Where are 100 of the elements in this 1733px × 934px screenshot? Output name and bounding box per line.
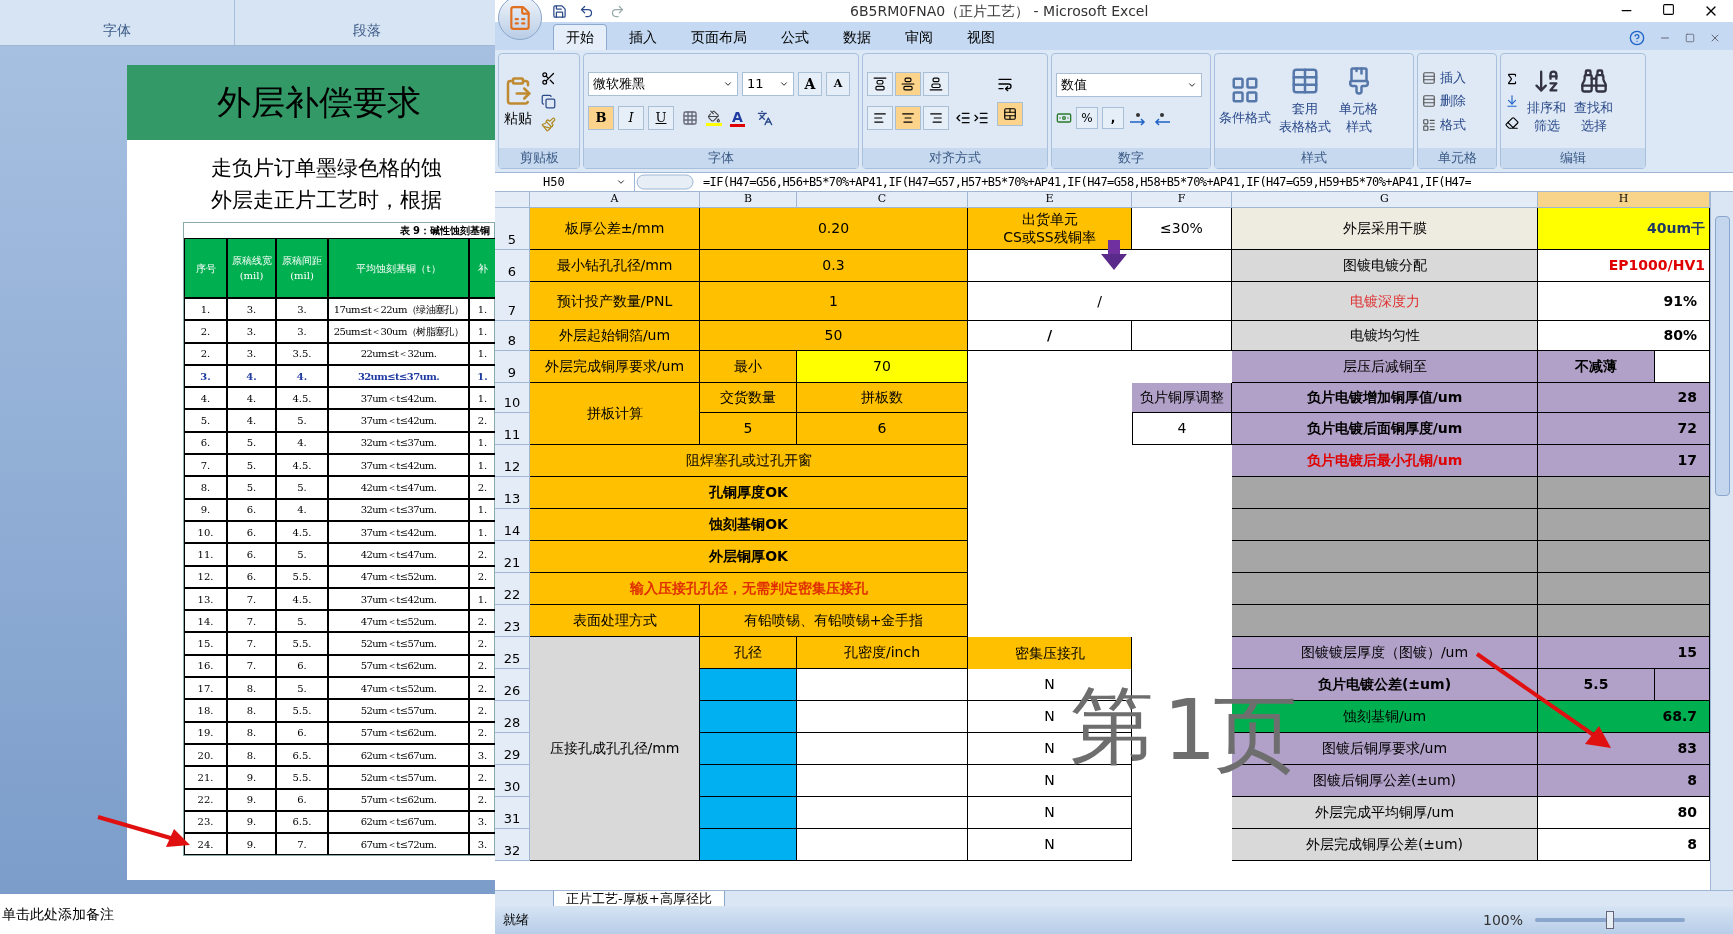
style-button[interactable]: 单元格 样式 [1339,66,1378,136]
sheet-cell[interactable]: 68.7 [1538,701,1710,733]
sheet-cell[interactable]: 外层铜厚OK [530,541,968,573]
sheet-cell[interactable] [1232,541,1538,573]
phonetic-icon[interactable] [756,110,773,126]
row-header[interactable]: 26 [495,669,530,701]
row-header[interactable]: 21 [495,541,530,573]
sheet-cell[interactable] [1538,541,1710,573]
sheet-cell[interactable] [1232,605,1538,637]
sheet-cell[interactable]: 8 [1538,765,1710,797]
sheet-cell[interactable] [700,669,797,701]
sheet-cell[interactable]: 最小 [700,351,797,383]
style-toggle[interactable]: U [648,106,674,130]
ribbon-tab[interactable]: 数据 [831,24,883,50]
row-header[interactable]: 32 [495,829,530,861]
sheet-cell[interactable]: 孔铜厚度OK [530,477,968,509]
row-header[interactable]: 29 [495,733,530,765]
sheet-cell[interactable]: EP1000/HV1 [1538,250,1710,282]
maximize-icon[interactable] [1662,3,1675,16]
sheet-cell[interactable]: 0.3 [700,250,968,282]
row-header[interactable]: 12 [495,445,530,477]
sheet-cell[interactable] [1538,573,1710,605]
font-color-button[interactable]: A [730,109,745,127]
save-icon[interactable] [552,3,567,19]
sheet-cell[interactable]: / [968,321,1132,351]
sheet-cell[interactable]: 外层完成平均铜厚/um [1232,797,1538,829]
sheet-cell[interactable]: 0.20 [700,208,968,250]
sheet-cell[interactable] [1538,605,1710,637]
sheet-cell[interactable]: 最小钻孔孔径/mm [530,250,700,282]
paste-button[interactable]: 粘贴 [503,73,533,129]
sheet-cell[interactable]: 出货单元 CS或SS残铜率 [968,208,1132,250]
row-header[interactable]: 10 [495,383,530,413]
sheet-cell[interactable]: N [968,797,1132,829]
sheet-cell[interactable]: 交货数量 [700,383,797,413]
column-header[interactable]: F [1132,192,1232,208]
horizontal-align-button[interactable] [923,106,949,130]
copy-icon[interactable] [541,93,556,109]
row-header[interactable]: 7 [495,282,530,321]
undo-icon[interactable] [579,3,594,19]
comma-button[interactable]: , [1102,107,1124,129]
sheet-cell[interactable]: 6 [797,413,968,445]
row-header[interactable]: 13 [495,477,530,509]
sheet-cell[interactable] [797,829,968,861]
sheet-cell[interactable]: ≤30% [1132,208,1232,250]
row-header[interactable]: 6 [495,250,530,282]
font-size-field[interactable]: 11 [742,72,794,96]
borders-icon[interactable] [682,110,698,126]
percent-button[interactable]: % [1076,107,1098,129]
shrink-font-button[interactable]: A [826,72,850,96]
sheet-cell[interactable] [797,701,968,733]
sheet-cell[interactable]: 阻焊塞孔或过孔开窗 [530,445,968,477]
row-header[interactable]: 14 [495,509,530,541]
sheet-cell[interactable]: 图镀镀层厚度（图镀）/um [1232,637,1538,669]
sheet-cell[interactable] [1538,509,1710,541]
fill-icon[interactable] [1505,94,1519,108]
sheet-cell[interactable]: 孔密度/inch [797,637,968,669]
merge-button[interactable] [997,102,1023,126]
sheet-cell[interactable]: 40um干 [1538,208,1710,250]
row-header[interactable]: 11 [495,413,530,445]
sheet-cell[interactable]: 表面处理方式 [530,605,700,637]
sheet-cell[interactable]: 电镀均匀性 [1232,321,1538,351]
row-header[interactable]: 31 [495,797,530,829]
sheet-cell[interactable]: 负片电镀后面铜厚度/um [1232,413,1538,445]
sheet-cell[interactable]: 80% [1538,321,1710,351]
name-box[interactable]: H50 [495,173,635,191]
ribbon-tab[interactable]: 审阅 [893,24,945,50]
font-name-field[interactable]: 微软雅黑 [588,72,738,96]
sheet-cell[interactable] [797,797,968,829]
sheet-cell[interactable]: 28 [1538,383,1710,413]
sheet-cell[interactable]: 拼板计算 [530,383,700,445]
row-header[interactable]: 23 [495,605,530,637]
sheet-cell[interactable]: 蚀刻基铜OK [530,509,968,541]
sheet-cell[interactable]: 密集压接孔 [968,637,1132,669]
grow-font-button[interactable]: A [798,72,822,96]
sheet-cell[interactable]: N [968,829,1132,861]
sum-icon[interactable] [1505,72,1519,86]
increase-decimal-icon[interactable] [1128,110,1148,126]
horizontal-align-button[interactable] [895,106,921,130]
edit-button[interactable]: 排序和 筛选 [1527,67,1566,135]
help-icon[interactable] [1629,30,1645,46]
eraser-icon[interactable] [1505,116,1519,130]
sheet-cell[interactable]: 8 [1538,829,1710,861]
cut-icon[interactable] [541,70,556,86]
column-header[interactable]: B [700,192,797,208]
sheet-cell[interactable] [1538,477,1710,509]
column-header[interactable]: G [1232,192,1538,208]
sheet-cell[interactable] [1655,351,1710,383]
sheet-cell[interactable]: 91% [1538,282,1710,321]
sheet-cell[interactable] [700,765,797,797]
sheet-cell[interactable]: / [968,282,1232,321]
sheet-cell[interactable]: 负片铜厚调整 [1132,383,1232,413]
sheet-cell[interactable]: 外层完成铜厚公差(±um) [1232,829,1538,861]
sheet-cell[interactable]: 预计投产数量/PNL [530,282,700,321]
sheet-cell[interactable]: 图镀电镀分配 [1232,250,1538,282]
row-header[interactable]: 25 [495,637,530,669]
sheet-cell[interactable]: 83 [1538,733,1710,765]
cells-button[interactable]: 插入 [1422,67,1466,88]
row-header[interactable]: 9 [495,351,530,383]
decrease-decimal-icon[interactable] [1152,110,1172,126]
fill-color-icon[interactable] [706,110,722,126]
